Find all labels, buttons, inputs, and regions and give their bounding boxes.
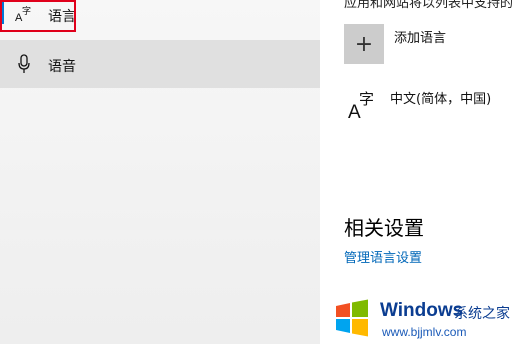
watermark-brand-cn: 系统之家 xyxy=(454,306,510,322)
add-language-label[interactable]: 添加语言 xyxy=(394,27,446,46)
microphone-icon xyxy=(14,54,34,74)
windows-logo-icon xyxy=(332,298,372,338)
highlight-box xyxy=(0,0,76,32)
installed-language-item[interactable]: 中文(简体，中国) xyxy=(390,88,491,107)
watermark-url: www.bjjmlv.com xyxy=(382,325,467,339)
language-description: 应用和网站将以列表中支持的 xyxy=(344,0,514,11)
watermark: Windows 系统之家 www.bjjmlv.com xyxy=(330,292,520,344)
manage-language-settings-link[interactable]: 管理语言设置 xyxy=(344,247,422,266)
add-language-button[interactable]: + xyxy=(344,24,384,64)
svg-text:字: 字 xyxy=(359,90,374,108)
plus-icon: + xyxy=(354,31,374,57)
related-settings-heading: 相关设置 xyxy=(344,216,424,240)
settings-sidebar: A 字 语言 语音 xyxy=(0,0,320,344)
watermark-brand: Windows xyxy=(380,300,464,321)
language-icon[interactable]: A 字 xyxy=(346,88,378,123)
sidebar-item-label: 语音 xyxy=(48,59,76,75)
sidebar-item-speech[interactable]: 语音 xyxy=(0,40,320,88)
